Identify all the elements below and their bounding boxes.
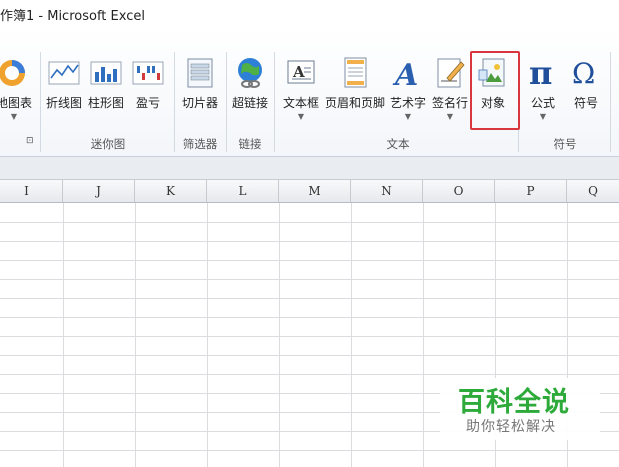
winloss-sparkline-icon: [132, 61, 164, 85]
column-header-i[interactable]: I: [0, 180, 63, 202]
dropdown-arrow-icon: ▼: [404, 112, 412, 121]
row-gridline: [0, 374, 619, 375]
column-gridline: [207, 203, 208, 467]
wordart-icon: A: [392, 58, 418, 90]
textbox-label: 文本框: [282, 96, 319, 110]
svg-text:π: π: [529, 56, 552, 90]
row-gridline: [0, 450, 619, 451]
row-gridline: [0, 298, 619, 299]
column-headers: I J K L M N O P Q: [0, 180, 619, 203]
slicer-icon: [187, 58, 213, 88]
hyperlink-icon: [238, 58, 262, 88]
slicer-label: 切片器: [181, 96, 218, 110]
group-separator: [40, 52, 41, 152]
map-chart-label: 地图表: [0, 96, 32, 110]
dropdown-arrow-icon: ▼: [539, 112, 547, 121]
text-group-label: 文本: [386, 137, 410, 151]
column-gridline: [279, 203, 280, 467]
column-header-q[interactable]: Q: [567, 180, 619, 202]
row-gridline: [0, 317, 619, 318]
line-sparkline-icon: [48, 61, 80, 85]
svg-text:A: A: [392, 58, 418, 90]
omega-icon: Ω: [572, 57, 595, 90]
row-gridline: [0, 336, 619, 337]
svg-text:A: A: [292, 63, 305, 81]
svg-text:Ω: Ω: [572, 57, 595, 90]
formula-bar-area: [0, 157, 619, 180]
row-gridline: [0, 241, 619, 242]
group-separator: [274, 52, 275, 152]
row-gridline: [0, 355, 619, 356]
column-header-k[interactable]: K: [135, 180, 207, 202]
column-header-o[interactable]: O: [423, 180, 495, 202]
symbols-group-label: 符号: [553, 137, 577, 151]
dropdown-arrow-icon: ▼: [10, 112, 18, 121]
column-gridline: [423, 203, 424, 467]
equation-label: 公式: [530, 96, 555, 110]
group-separator: [610, 52, 611, 152]
group-separator: [226, 52, 227, 152]
column-header-n[interactable]: N: [351, 180, 423, 202]
column-header-j[interactable]: J: [63, 180, 135, 202]
column-gridline: [135, 203, 136, 467]
row-gridline: [0, 260, 619, 261]
watermark-subtitle: 助你轻松解决: [466, 419, 556, 435]
signature-line-label: 签名行: [431, 96, 468, 110]
column-gridline: [351, 203, 352, 467]
column-gridline: [63, 203, 64, 467]
sparklines-group-label: 迷你图: [90, 137, 126, 151]
dropdown-arrow-icon: ▼: [446, 112, 454, 121]
title-bar: 作簿1 - Microsoft Excel: [0, 0, 619, 26]
pi-icon: π: [529, 56, 552, 90]
chart-group-launcher-icon[interactable]: ⊡: [26, 136, 34, 146]
header-footer-label: 页眉和页脚: [324, 96, 385, 110]
winloss-sparkline-label: 盈亏: [135, 96, 160, 110]
filter-group-label: 筛选器: [182, 137, 218, 151]
column-header-l[interactable]: L: [207, 180, 279, 202]
window-title: 作簿1 - Microsoft Excel: [0, 9, 145, 24]
hyperlink-label: 超链接: [231, 96, 268, 110]
dropdown-arrow-icon: ▼: [297, 112, 305, 121]
group-separator: [174, 52, 175, 152]
highlight-box: [470, 51, 520, 130]
wordart-label: 艺术字: [389, 96, 426, 110]
links-group-label: 链接: [238, 137, 262, 151]
row-gridline: [0, 279, 619, 280]
header-footer-icon: [344, 57, 367, 88]
column-sparkline-icon: [90, 61, 122, 85]
textbox-icon: A: [287, 60, 315, 84]
watermark-title: 百科全说: [458, 387, 570, 418]
signature-line-icon: [437, 58, 465, 88]
map-chart-icon: [0, 60, 25, 86]
line-sparkline-label: 折线图: [45, 96, 82, 110]
symbol-label: 符号: [573, 96, 598, 110]
row-gridline: [0, 222, 619, 223]
column-sparkline-label: 柱形图: [87, 96, 124, 110]
watermark: 百科全说 助你轻松解决: [440, 378, 600, 440]
column-header-p[interactable]: P: [495, 180, 567, 202]
column-header-m[interactable]: M: [279, 180, 351, 202]
ribbon: 地图表 ▼ ⊡ 折线图 柱形图 盈亏 迷你图 切片器 筛选器 超链接 链接 A …: [0, 26, 619, 157]
